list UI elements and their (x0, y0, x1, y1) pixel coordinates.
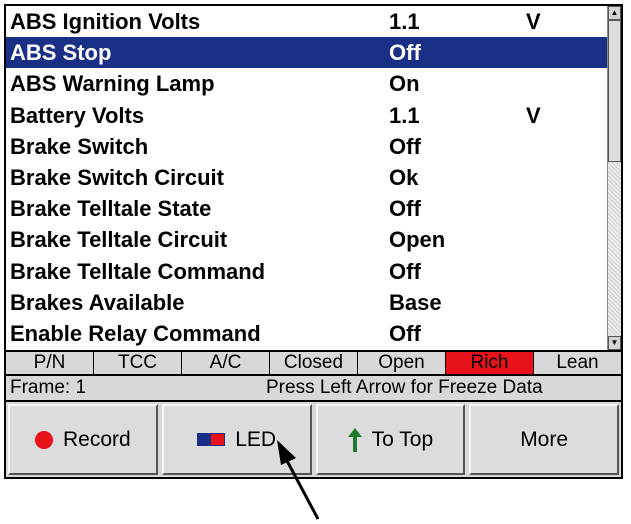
scroll-down-icon[interactable]: ▼ (608, 336, 621, 350)
param-row[interactable]: ABS Ignition Volts 1.1 V (6, 6, 607, 37)
param-value: Off (389, 320, 421, 346)
scan-tool-screen: ABS Ignition Volts 1.1 V ABS Stop Off AB… (4, 4, 623, 479)
param-value: Off (389, 133, 421, 159)
frame-counter: Frame: 1 (10, 377, 87, 398)
param-row[interactable]: ABS Warning Lamp On (6, 68, 607, 99)
param-name: Brakes Available (10, 289, 185, 315)
status-closed: Closed (270, 352, 358, 374)
param-value: 1.1 (389, 9, 420, 34)
info-bar: Frame: 1 Press Left Arrow for Freeze Dat… (6, 376, 621, 402)
param-row[interactable]: Brake Switch Circuit Ok (6, 162, 607, 193)
param-name: ABS Ignition Volts (10, 9, 201, 34)
param-row[interactable]: Brakes Available Base (6, 287, 607, 318)
status-open: Open (358, 352, 446, 374)
status-tcc: TCC (94, 352, 182, 374)
param-name: Battery Volts (10, 102, 145, 128)
param-row[interactable]: Brake Telltale State Off (6, 193, 607, 224)
status-rich: Rich (446, 352, 534, 374)
vertical-scrollbar[interactable]: ▲ ▼ (607, 6, 621, 350)
param-value: Off (389, 258, 421, 284)
param-row[interactable]: Battery Volts 1.1 V (6, 100, 607, 131)
param-row-selected[interactable]: ABS Stop Off (6, 37, 607, 69)
param-name: Brake Switch (10, 133, 149, 159)
record-label: Record (63, 427, 131, 451)
param-name: Brake Telltale State (10, 196, 212, 222)
param-name: Brake Telltale Command (10, 258, 266, 284)
freeze-data-hint: Press Left Arrow for Freeze Data (266, 377, 543, 398)
param-row[interactable]: Enable Relay Command Off (6, 318, 607, 349)
record-button[interactable]: Record (8, 404, 158, 475)
param-name: ABS Stop (10, 40, 112, 66)
param-name: Brake Telltale Circuit (10, 227, 228, 253)
led-button[interactable]: LED (161, 404, 312, 475)
param-value: Off (389, 196, 421, 222)
more-label: More (520, 427, 569, 451)
param-row[interactable]: Brake Telltale Command Off (6, 256, 607, 287)
param-row[interactable]: Brake Telltale Circuit Open (6, 224, 607, 255)
param-name: Enable Relay Command (10, 320, 261, 346)
param-value: On (389, 71, 420, 97)
up-arrow-icon (347, 427, 362, 452)
status-lean: Lean (534, 352, 621, 374)
param-name: Brake Switch Circuit (10, 164, 224, 190)
param-name: ABS Warning Lamp (10, 71, 215, 97)
param-row[interactable]: Brake Switch Off (6, 131, 607, 162)
param-value: 1.1 (389, 102, 420, 128)
more-button[interactable]: More (469, 404, 619, 475)
param-value: Off (389, 40, 421, 66)
to-top-label: To Top (371, 427, 434, 451)
led-label: LED (235, 427, 277, 451)
param-value: Base (389, 289, 442, 315)
param-value: Ok (389, 164, 419, 190)
param-unit: V (526, 102, 541, 128)
to-top-button[interactable]: To Top (315, 404, 466, 475)
parameter-list: ABS Ignition Volts 1.1 V ABS Stop Off AB… (6, 6, 607, 350)
record-icon (35, 430, 54, 449)
param-unit: V (526, 9, 541, 34)
scroll-up-icon[interactable]: ▲ (608, 6, 621, 20)
param-value: Open (389, 227, 446, 253)
status-pn: P/N (6, 352, 94, 374)
status-indicator-bar: P/N TCC A/C Closed Open Rich Lean (6, 350, 621, 376)
soft-key-toolbar: Record LED To Top More (6, 402, 621, 477)
led-icon (197, 433, 226, 446)
scroll-thumb[interactable] (608, 20, 621, 162)
status-ac: A/C (182, 352, 270, 374)
